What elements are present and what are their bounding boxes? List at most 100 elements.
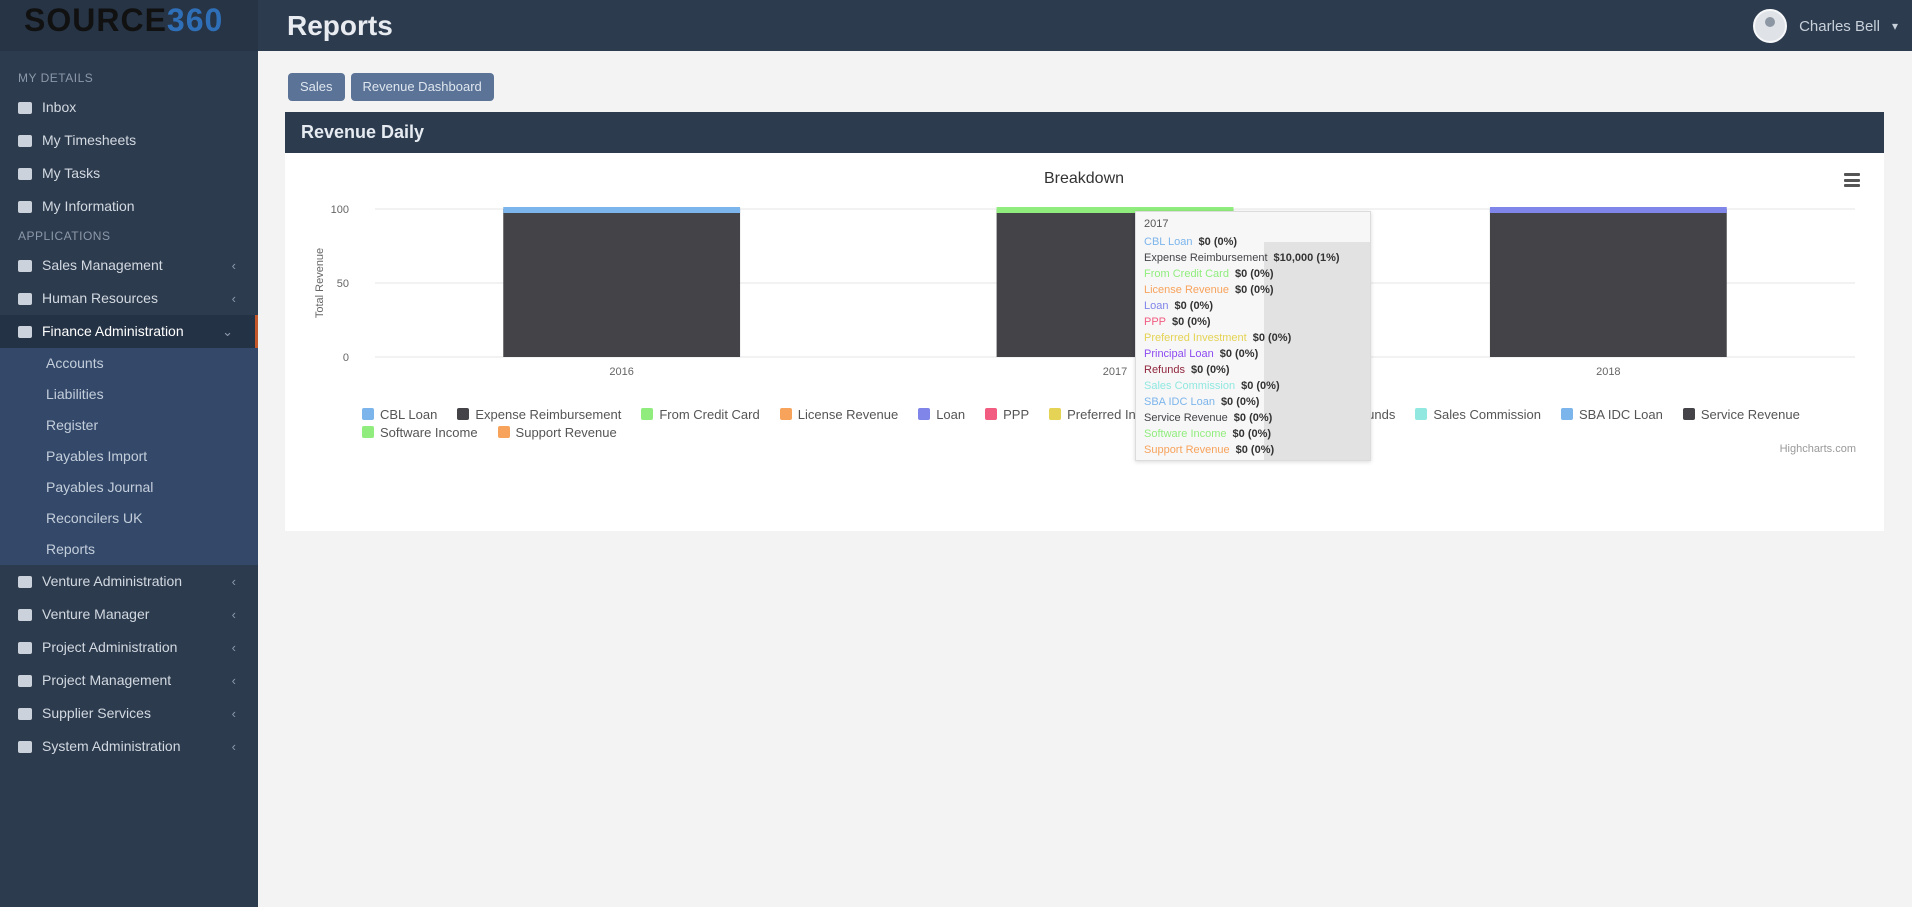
- bar-2018[interactable]: [1489, 209, 1727, 357]
- sidebar-item-venture-administration[interactable]: Venture Administration ‹: [0, 565, 258, 598]
- tooltip-series-name: Software Income: [1144, 428, 1227, 440]
- tooltip-series-value: $0 (0%): [1233, 412, 1273, 424]
- legend-item[interactable]: Service Revenue: [1682, 406, 1800, 422]
- tooltip-row: License Revenue $0 (0%): [1144, 282, 1362, 298]
- sidebar-item-label: Project Administration: [42, 639, 178, 655]
- folder-icon: [18, 608, 32, 621]
- legend-swatch: [497, 426, 510, 438]
- chevron-icon: ‹: [231, 706, 236, 721]
- tooltip-series-name: PPP: [1144, 316, 1167, 328]
- app-logo[interactable]: SOURCE360: [0, 0, 258, 51]
- legend-swatch: [918, 408, 931, 420]
- sidebar-item-system-administration[interactable]: System Administration ‹: [0, 730, 258, 763]
- x-tick-label: 2016: [609, 366, 633, 378]
- sidebar-item-inbox[interactable]: Inbox: [0, 91, 258, 124]
- chart-credit[interactable]: Highcharts.com: [1780, 443, 1856, 455]
- sidebar-item-human-resources[interactable]: Human Resources ‹: [0, 282, 258, 315]
- chevron-icon: ‹: [231, 607, 236, 622]
- chart-legend: CBL Loan Expense Reimbursement From Credit…: [362, 406, 1842, 440]
- tooltip-series-value: $0 (0%): [1198, 236, 1238, 248]
- tooltip-row: Refunds $0 (0%): [1144, 362, 1362, 378]
- user-name[interactable]: Charles Bell: [1799, 18, 1880, 35]
- tooltip-row: Expense Reimbursement $10,000 (1%): [1144, 250, 1362, 266]
- sidebar-item-my-information[interactable]: My Information: [0, 190, 258, 223]
- legend-item[interactable]: SBA IDC Loan: [1561, 406, 1663, 422]
- submenu-item-payables-import[interactable]: Payables Import: [0, 441, 258, 472]
- tooltip-row: Support Revenue $0 (0%): [1144, 442, 1362, 458]
- chevron-icon: ‹: [231, 673, 236, 688]
- tooltip-row: Preferred Investment $0 (0%): [1144, 330, 1362, 346]
- people-icon: [18, 292, 32, 305]
- sidebar-item-sales-management[interactable]: Sales Management ‹: [0, 249, 258, 282]
- sidebar-item-label: Venture Manager: [42, 606, 150, 622]
- sidebar-item-project-management[interactable]: Project Management ‹: [0, 664, 258, 697]
- breadcrumb: Sales Revenue Dashboard: [288, 73, 494, 101]
- submenu-item-register[interactable]: Register: [0, 410, 258, 441]
- submenu-item-accounts[interactable]: Accounts: [0, 348, 258, 379]
- tooltip-header: 2017: [1144, 218, 1169, 230]
- settings-icon: [18, 740, 32, 753]
- breadcrumb-item[interactable]: Sales: [288, 73, 345, 101]
- sidebar-item-venture-manager[interactable]: Venture Manager ‹: [0, 598, 258, 631]
- revenue-chart[interactable]: Breakdown 100 50 0 Total Revenue 2016 2017 2018: [285, 153, 1884, 531]
- tooltip-series-value: $0 (0%): [1232, 428, 1272, 440]
- legend-swatch: [985, 408, 998, 420]
- tooltip-series-value: $0 (0%): [1235, 284, 1274, 296]
- submenu-item-payables-journal[interactable]: Payables Journal: [0, 472, 258, 503]
- legend-swatch: [641, 408, 654, 420]
- logo-text: SOURCE360: [24, 2, 224, 38]
- sidebar-item-my-tasks[interactable]: My Tasks: [0, 157, 258, 190]
- tooltip-series-value: $0 (0%): [1172, 316, 1211, 328]
- sidebar-item-label: Sales Management: [42, 257, 163, 273]
- legend-label: Software Income: [380, 424, 478, 440]
- tooltip-series-name: Service Revenue: [1144, 412, 1228, 424]
- bar-2016[interactable]: [503, 209, 741, 357]
- tooltip-series-name: CBL Loan: [1144, 236, 1193, 248]
- submenu-item-liabilities[interactable]: Liabilities: [0, 379, 258, 410]
- chart-menu-icon[interactable]: [1844, 173, 1860, 187]
- chart-icon: [18, 259, 32, 272]
- chevron-icon: ⌄: [222, 324, 233, 339]
- legend-item[interactable]: PPP: [985, 406, 1030, 422]
- legend-item[interactable]: Support Revenue: [497, 424, 617, 440]
- sidebar-item-supplier-services[interactable]: Supplier Services ‹: [0, 697, 258, 730]
- legend-item[interactable]: Loan: [918, 407, 965, 422]
- user-menu[interactable]: Charles Bell ▾: [1753, 8, 1898, 44]
- legend-swatch: [1049, 408, 1062, 420]
- bar-top-segment[interactable]: [503, 207, 741, 213]
- legend-swatch: [457, 408, 470, 420]
- legend-label: CBL Loan: [380, 406, 438, 422]
- legend-label: Service Revenue: [1700, 406, 1800, 422]
- tooltip-row: SBA IDC Loan $0 (0%): [1144, 394, 1362, 410]
- sidebar: MY DETAILS Inbox My Timesheets My Tasks My …: [0, 51, 258, 907]
- legend-label: PPP: [1003, 406, 1030, 422]
- legend-item[interactable]: Software Income: [362, 424, 478, 440]
- legend-item[interactable]: Expense Reimbursement: [457, 407, 621, 422]
- legend-label: From Credit Card: [659, 406, 760, 422]
- submenu-item-reports[interactable]: Reports: [0, 534, 258, 565]
- bar-top-segment[interactable]: [1489, 207, 1727, 213]
- sidebar-item-finance-administration[interactable]: Finance Administration ⌄: [0, 315, 258, 348]
- chart-title: Breakdown: [1044, 170, 1124, 187]
- sidebar-item-my-timesheets[interactable]: My Timesheets: [0, 124, 258, 157]
- legend-label: Support Revenue: [515, 424, 617, 440]
- top-bar: SOURCE360 Reports Charles Bell ▾: [0, 0, 1912, 51]
- tooltip-row: Service Revenue $0 (0%): [1144, 410, 1362, 426]
- sidebar-item-project-administration[interactable]: Project Administration ‹: [0, 631, 258, 664]
- tooltip-series-value: $0 (0%): [1252, 332, 1292, 344]
- legend-item[interactable]: License Revenue: [779, 407, 898, 422]
- legend-item[interactable]: CBL Loan: [362, 406, 438, 422]
- y-tick-label: 50: [337, 278, 349, 290]
- legend-item[interactable]: From Credit Card: [641, 406, 760, 422]
- breadcrumb-item[interactable]: Revenue Dashboard: [350, 73, 494, 101]
- x-tick-label: 2018: [1596, 366, 1620, 378]
- check-icon: [18, 325, 32, 338]
- avatar[interactable]: [1753, 9, 1788, 43]
- page-title: Reports: [287, 10, 393, 41]
- chevron-down-icon[interactable]: ▾: [1892, 19, 1898, 33]
- tooltip-series-name: From Credit Card: [1144, 268, 1229, 280]
- legend-label: SBA IDC Loan: [1579, 406, 1663, 422]
- legend-item[interactable]: Sales Commission: [1415, 407, 1541, 422]
- submenu-item-reconcilers-uk[interactable]: Reconcilers UK: [0, 503, 258, 534]
- y-tick-label: 100: [331, 204, 349, 216]
